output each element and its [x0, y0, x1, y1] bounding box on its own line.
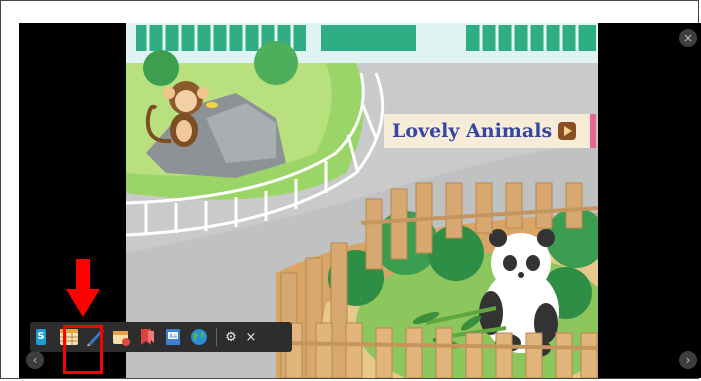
gear-icon: ⚙: [225, 329, 237, 345]
close-toolbar-button[interactable]: ×: [243, 326, 259, 348]
chevron-right-icon: ›: [685, 353, 691, 367]
globe-button[interactable]: [188, 326, 210, 348]
dictionary-icon: Aa: [166, 329, 180, 345]
settings-button[interactable]: ⚙: [223, 326, 239, 348]
lovely-animals-banner: Lovely Animals: [384, 114, 596, 148]
banner-title: Lovely Animals: [392, 120, 553, 142]
s-app-button[interactable]: S: [34, 326, 48, 348]
play-icon[interactable]: [558, 122, 577, 140]
s-app-icon: S: [36, 329, 46, 345]
highlight-box: [63, 325, 103, 374]
dictionary-button[interactable]: Aa: [162, 326, 184, 348]
bookmark-button[interactable]: [136, 326, 158, 348]
close-button[interactable]: ×: [679, 29, 697, 47]
svg-text:Aa: Aa: [169, 333, 177, 340]
down-arrow-annotation-icon: [66, 259, 100, 317]
chevron-left-icon: ‹: [32, 353, 38, 367]
previous-slide-button[interactable]: ‹: [26, 351, 44, 369]
calendar-button[interactable]: [110, 326, 132, 348]
toolbar-divider: [216, 328, 217, 346]
next-slide-button[interactable]: ›: [679, 351, 697, 369]
close-icon: ×: [682, 31, 694, 45]
bookmark-icon: [141, 329, 154, 345]
calendar-icon: [113, 331, 130, 346]
globe-icon: [191, 329, 207, 345]
close-icon: ×: [245, 329, 257, 345]
